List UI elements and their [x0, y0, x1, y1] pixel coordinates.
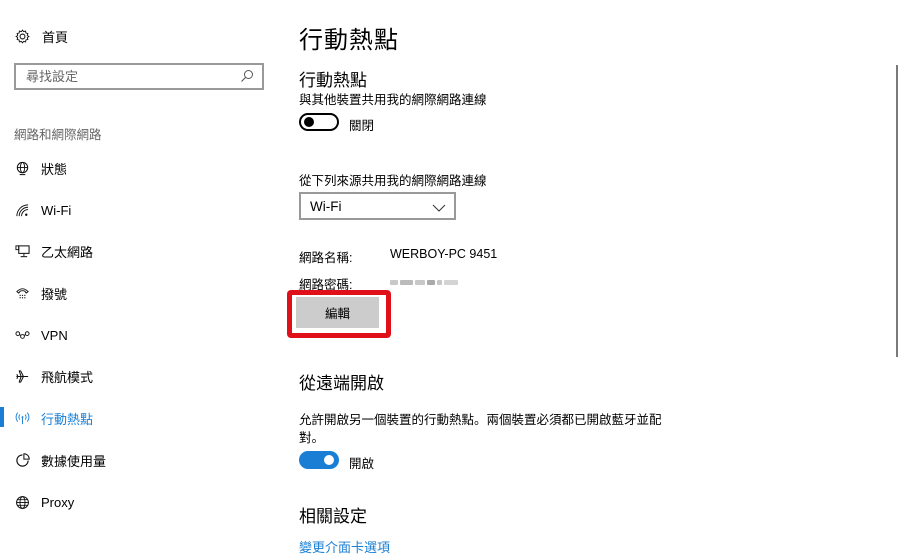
remote-heading: 從遠端開啟 — [299, 374, 384, 393]
data-usage-icon — [14, 452, 30, 468]
toggle-knob — [304, 117, 314, 127]
edit-button[interactable]: 編輯 — [296, 297, 379, 328]
hotspot-icon — [14, 410, 30, 426]
scrollbar-thumb[interactable] — [896, 65, 898, 357]
sidebar-item-label: Proxy — [41, 494, 75, 510]
home-nav-item[interactable]: 首頁 — [14, 26, 68, 46]
share-from-selected: Wi-Fi — [310, 199, 342, 214]
home-label: 首頁 — [42, 29, 69, 45]
share-from-dropdown[interactable]: Wi-Fi — [299, 192, 456, 220]
change-adapter-options-link[interactable]: 變更介面卡選項 — [299, 537, 390, 555]
main-content: 行動熱點 行動熱點 與其他裝置共用我的網際網路連線 關閉 從下列來源共用我的網際… — [280, 0, 890, 555]
active-indicator — [0, 407, 4, 427]
page-title: 行動熱點 — [299, 27, 399, 54]
proxy-globe-icon — [14, 494, 30, 510]
chevron-down-icon — [432, 200, 446, 212]
sidebar-item-mobile-hotspot[interactable]: 行動熱點 — [0, 398, 280, 438]
search-input[interactable] — [16, 65, 231, 88]
remote-toggle[interactable] — [299, 451, 339, 469]
network-password-blurred — [390, 277, 458, 287]
ethernet-icon — [14, 243, 30, 259]
globe-status-icon — [14, 160, 30, 176]
hotspot-heading: 行動熱點 — [299, 71, 367, 90]
sidebar-item-data-usage[interactable]: 數據使用量 — [0, 440, 280, 480]
vpn-icon — [14, 327, 30, 343]
sidebar-item-label: 狀態 — [41, 161, 68, 177]
related-settings-heading: 相關設定 — [299, 507, 367, 526]
remote-toggle-label: 開啟 — [349, 457, 375, 471]
sidebar-item-proxy[interactable]: Proxy — [0, 482, 280, 522]
search-icon[interactable] — [240, 69, 254, 83]
section-label: 網路和網際網路 — [14, 128, 102, 142]
sidebar-item-wifi[interactable]: Wi-Fi — [0, 190, 280, 230]
gear-icon — [14, 28, 30, 44]
sidebar-item-label: 數據使用量 — [41, 453, 107, 469]
hotspot-toggle[interactable] — [299, 113, 339, 131]
sidebar-item-label: 飛航模式 — [41, 369, 94, 385]
sidebar-item-vpn[interactable]: VPN — [0, 315, 280, 355]
sidebar-item-status[interactable]: 狀態 — [0, 148, 280, 188]
airplane-icon — [14, 368, 30, 384]
sidebar-item-label: Wi-Fi — [41, 202, 72, 218]
sidebar-item-label: VPN — [41, 327, 68, 343]
network-name-label: 網路名稱: — [299, 251, 353, 265]
sidebar-item-label: 行動熱點 — [41, 411, 94, 427]
remote-description-line1: 允許開啟另一個裝置的行動熱點。兩個裝置必須都已開啟藍牙並配 — [299, 413, 662, 427]
toggle-knob — [324, 455, 334, 465]
hotspot-toggle-label: 關閉 — [349, 119, 375, 133]
sidebar-item-airplane-mode[interactable]: 飛航模式 — [0, 356, 280, 396]
sidebar-item-label: 撥號 — [41, 286, 68, 302]
share-from-label: 從下列來源共用我的網際網路連線 — [299, 174, 487, 188]
remote-description-line2: 對。 — [299, 431, 325, 445]
dialup-icon — [14, 285, 30, 301]
hotspot-description: 與其他裝置共用我的網際網路連線 — [299, 93, 487, 107]
wifi-icon — [14, 202, 30, 218]
network-name-value: WERBOY-PC 9451 — [390, 247, 498, 261]
search-box[interactable] — [14, 63, 264, 90]
sidebar-item-label: 乙太網路 — [41, 244, 94, 260]
sidebar-item-dialup[interactable]: 撥號 — [0, 273, 280, 313]
sidebar: 首頁 網路和網際網路 狀態 Wi-Fi 乙太網路 撥號 — [0, 0, 280, 555]
sidebar-item-ethernet[interactable]: 乙太網路 — [0, 231, 280, 271]
